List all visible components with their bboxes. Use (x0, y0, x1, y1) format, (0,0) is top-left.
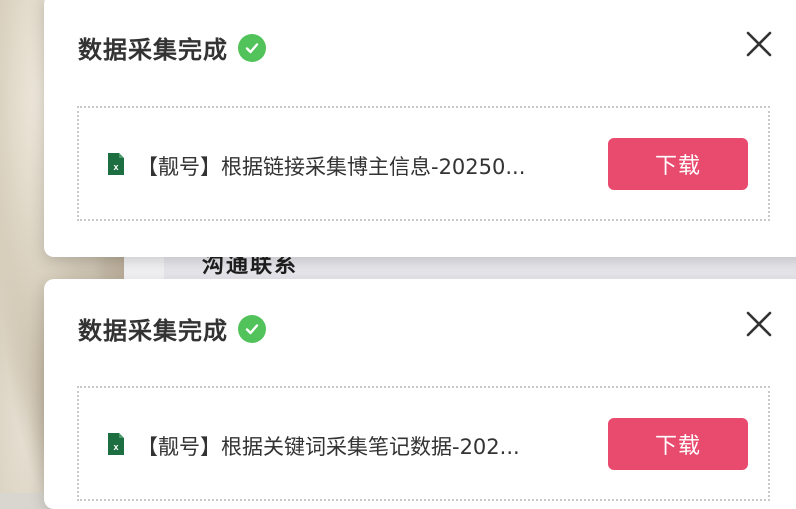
download-button[interactable]: 下载 (608, 418, 748, 470)
notification-title: 数据采集完成 (78, 311, 266, 346)
excel-file-icon: x (107, 152, 125, 176)
close-icon[interactable] (744, 309, 774, 339)
svg-text:x: x (113, 442, 118, 452)
file-name: 【靓号】根据关键词采集笔记数据-202... (137, 435, 520, 459)
svg-text:x: x (113, 162, 118, 172)
close-icon[interactable] (744, 29, 774, 59)
notification-card: 数据采集完成 x 【靓号】根据链接采集博主信息-20250... 下载 (44, 0, 796, 257)
notification-title-text: 数据采集完成 (78, 36, 228, 64)
check-circle-icon (238, 314, 266, 343)
file-row: x 【靓号】根据关键词采集笔记数据-202... 下载 (77, 386, 770, 501)
notification-title: 数据采集完成 (78, 30, 266, 65)
file-row: x 【靓号】根据链接采集博主信息-20250... 下载 (77, 106, 770, 221)
download-button[interactable]: 下载 (608, 138, 748, 190)
file-name: 【靓号】根据链接采集博主信息-20250... (137, 155, 526, 179)
check-circle-icon (238, 33, 266, 62)
notification-card: 数据采集完成 x 【靓号】根据关键词采集笔记数据-202... 下载 (44, 279, 796, 509)
notification-title-text: 数据采集完成 (78, 317, 228, 345)
excel-file-icon: x (107, 432, 125, 456)
